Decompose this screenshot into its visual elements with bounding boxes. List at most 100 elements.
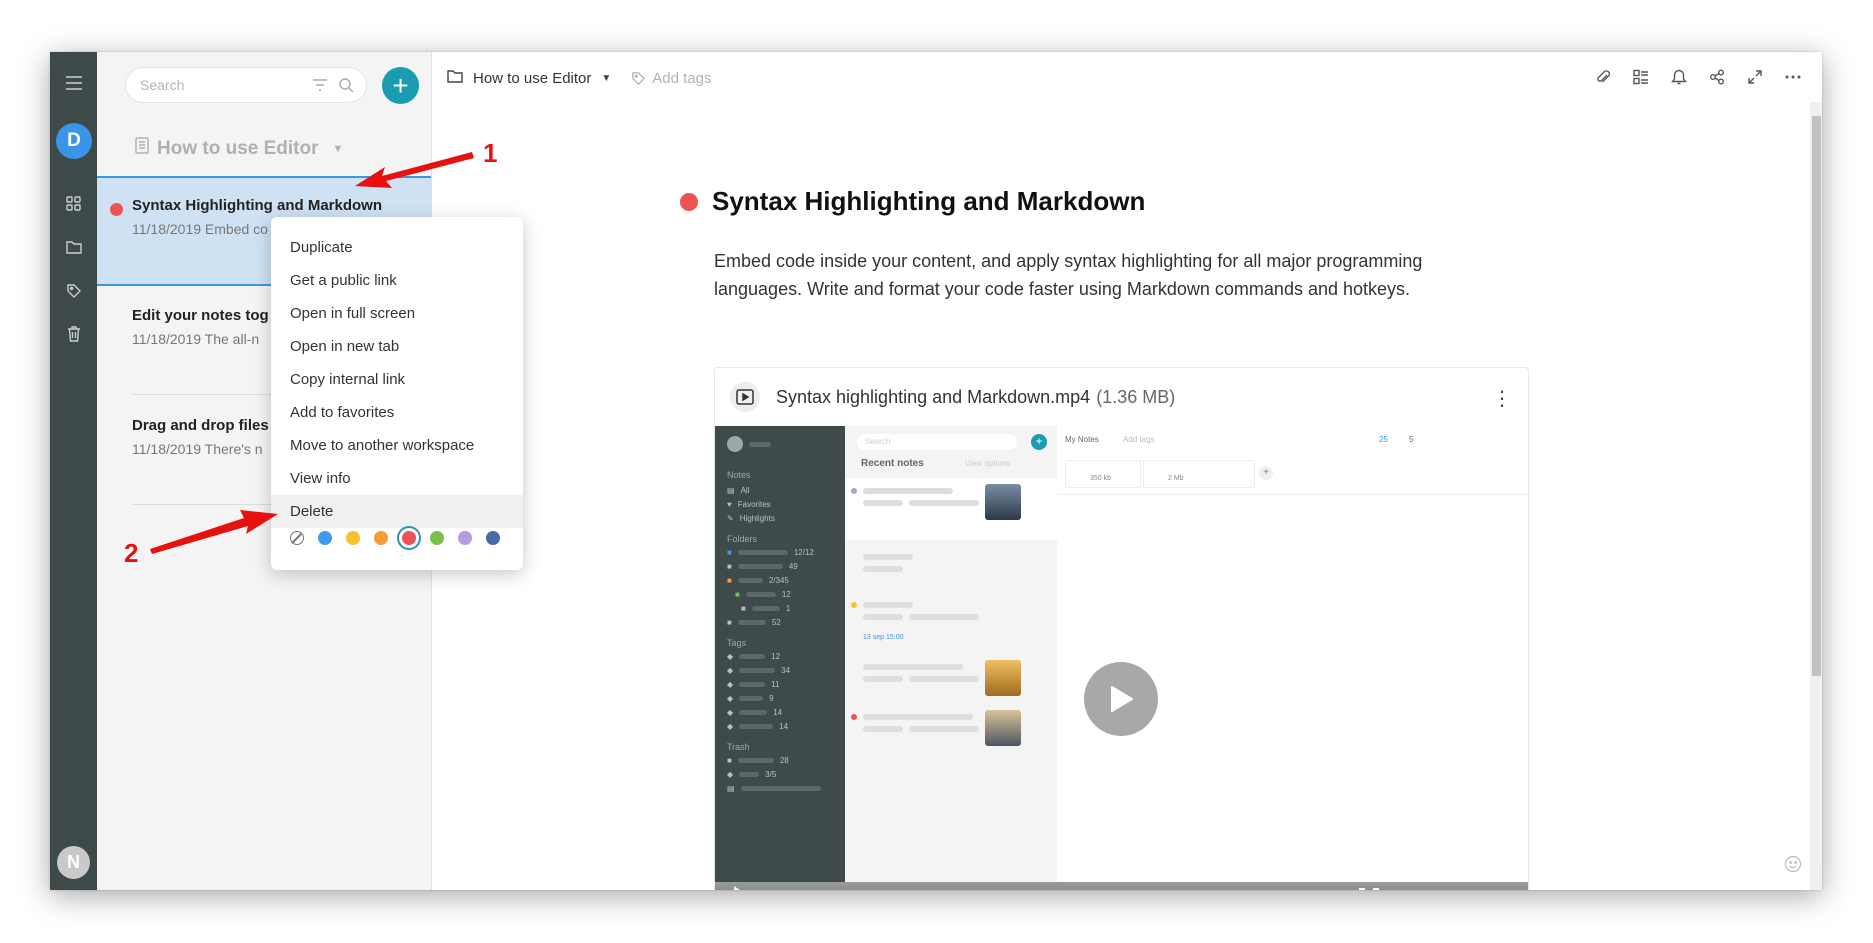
preview-note-card — [845, 478, 1057, 540]
preview-sidebar: Notes ▤ All ♥ Favorites ✎ Highlights Folder… — [715, 426, 845, 890]
folder-icon[interactable] — [50, 240, 97, 254]
chevron-down-icon: ▼ — [332, 142, 344, 155]
menu-item-duplicate[interactable]: Duplicate — [271, 231, 523, 264]
checklist-icon[interactable] — [1632, 68, 1650, 86]
preview-label: Notes — [727, 470, 751, 480]
preview-avatar — [727, 436, 743, 452]
share-icon[interactable] — [1708, 68, 1726, 86]
more-icon[interactable] — [1784, 68, 1802, 86]
reminder-icon[interactable] — [1670, 68, 1688, 86]
attachment-size: (1.36 MB) — [1096, 386, 1176, 407]
search-input[interactable] — [138, 76, 312, 94]
menu-item-delete[interactable]: Delete — [271, 495, 523, 528]
color-swatch[interactable] — [458, 531, 472, 545]
preview-item: ■ 52 — [727, 618, 781, 627]
fullscreen-icon[interactable] — [1359, 888, 1379, 890]
preview-notes-list: Search + Recent notes View options 13 se… — [845, 426, 1058, 890]
toolbar-actions — [1594, 68, 1802, 86]
preview-item: ◆ 11 — [727, 680, 780, 689]
preview-item: ◆ 34 — [727, 666, 791, 675]
add-note-button[interactable]: + — [382, 67, 419, 104]
add-tags-button[interactable]: Add tags — [631, 69, 712, 87]
trash-icon[interactable] — [50, 326, 97, 342]
no-color-icon[interactable] — [290, 531, 304, 545]
preview-file-card: 2 Mb — [1143, 460, 1255, 488]
preview-add-tags: Add tags — [1123, 435, 1155, 444]
scrollbar-thumb[interactable] — [1812, 116, 1821, 676]
color-swatch[interactable] — [486, 531, 500, 545]
play-overlay-button[interactable] — [1084, 662, 1158, 736]
folder-name[interactable]: How to use Editor — [473, 70, 591, 87]
note-color-dot — [680, 192, 698, 211]
preview-item: ♥ Favorites — [727, 500, 771, 509]
preview-view-options: View options — [965, 459, 1011, 468]
preview-item: ■ 28 — [727, 756, 789, 765]
preview-label: Folders — [727, 534, 758, 544]
note-meta: 11/18/2019 The all-n — [132, 331, 260, 347]
menu-icon[interactable] — [50, 76, 97, 90]
preview-item: ■ 12 — [735, 590, 791, 599]
note-title: Syntax Highlighting and Markdown — [132, 197, 383, 214]
video-file-icon — [730, 382, 760, 412]
annotation-label-2: 2 — [124, 538, 139, 568]
note-meta: 11/18/2019 There's n — [132, 441, 263, 457]
attachment-header: Syntax highlighting and Markdown.mp4 (1.… — [715, 368, 1528, 426]
attachment-name[interactable]: Syntax highlighting and Markdown.mp4 — [776, 387, 1090, 408]
menu-item-open-new-tab[interactable]: Open in new tab — [271, 330, 523, 363]
note-title[interactable]: Syntax Highlighting and Markdown — [712, 186, 1145, 217]
chevron-down-icon[interactable]: ▼ — [601, 73, 611, 84]
color-picker — [290, 531, 500, 545]
kebab-menu-icon[interactable]: ⋮ — [1492, 386, 1512, 411]
color-swatch[interactable] — [346, 531, 360, 545]
vertical-scrollbar[interactable] — [1810, 102, 1822, 890]
preview-item: ◆ 9 — [727, 694, 774, 703]
dashboard-icon[interactable] — [50, 196, 97, 211]
add-tags-label: Add tags — [652, 69, 712, 87]
menu-item-move-workspace[interactable]: Move to another workspace — [271, 429, 523, 462]
preview-item: ▤ All — [727, 486, 750, 495]
menu-item-copy-internal-link[interactable]: Copy internal link — [271, 363, 523, 396]
attachment-icon[interactable] — [1594, 68, 1612, 86]
emoji-icon[interactable] — [1784, 855, 1802, 878]
preview-attach-count: 25 — [1379, 435, 1388, 444]
secondary-avatar[interactable]: N — [57, 846, 90, 879]
expand-icon[interactable] — [1746, 68, 1764, 86]
user-avatar[interactable]: D — [56, 123, 92, 159]
annotation-label-1: 1 — [483, 138, 498, 168]
preview-item: ◆ 14 — [727, 708, 783, 717]
filter-icon[interactable] — [312, 78, 328, 97]
menu-item-open-full-screen[interactable]: Open in full screen — [271, 297, 523, 330]
video-frame[interactable]: Notes ▤ All ♥ Favorites ✎ Highlights Folder… — [715, 426, 1528, 890]
color-swatch[interactable] — [402, 531, 416, 545]
notebook-title[interactable]: How to use Editor ▼ — [135, 137, 343, 160]
preview-item: ◆ 14 — [727, 722, 789, 731]
menu-item-view-info[interactable]: View info — [271, 462, 523, 495]
preview-label: Tags — [727, 638, 747, 648]
preview-search: Search — [857, 434, 1017, 450]
play-icon[interactable] — [733, 886, 751, 890]
preview-file-card: 350 kb — [1065, 460, 1141, 488]
preview-add-button: + — [1031, 434, 1047, 450]
preview-item: ■ 2/345 — [727, 576, 789, 585]
editor-toolbar: How to use Editor ▼ Add tags — [432, 52, 1822, 102]
folder-icon — [447, 69, 463, 87]
preview-item: ■ 1 — [741, 604, 791, 613]
color-swatch[interactable] — [374, 531, 388, 545]
preview-label: Trash — [727, 742, 750, 752]
note-body[interactable]: Embed code inside your content, and appl… — [714, 247, 1494, 303]
menu-item-add-to-favorites[interactable]: Add to favorites — [271, 396, 523, 429]
notebook-icon — [135, 137, 149, 160]
notebook-title-text: How to use Editor — [157, 137, 319, 159]
menu-item-get-public-link[interactable]: Get a public link — [271, 264, 523, 297]
preview-folder: My Notes — [1065, 435, 1099, 444]
search-icon[interactable] — [338, 77, 354, 98]
color-swatch[interactable] — [430, 531, 444, 545]
color-swatch[interactable] — [318, 531, 332, 545]
tag-icon[interactable] — [50, 283, 97, 299]
search-box — [125, 67, 367, 103]
note-title: Drag and drop files — [132, 417, 269, 434]
breadcrumb: How to use Editor ▼ Add tags — [447, 69, 712, 87]
preview-item: ■ 12/12 — [727, 548, 814, 557]
video-attachment: Syntax highlighting and Markdown.mp4 (1.… — [714, 367, 1529, 890]
note-meta: 11/18/2019 Embed co — [132, 221, 268, 237]
